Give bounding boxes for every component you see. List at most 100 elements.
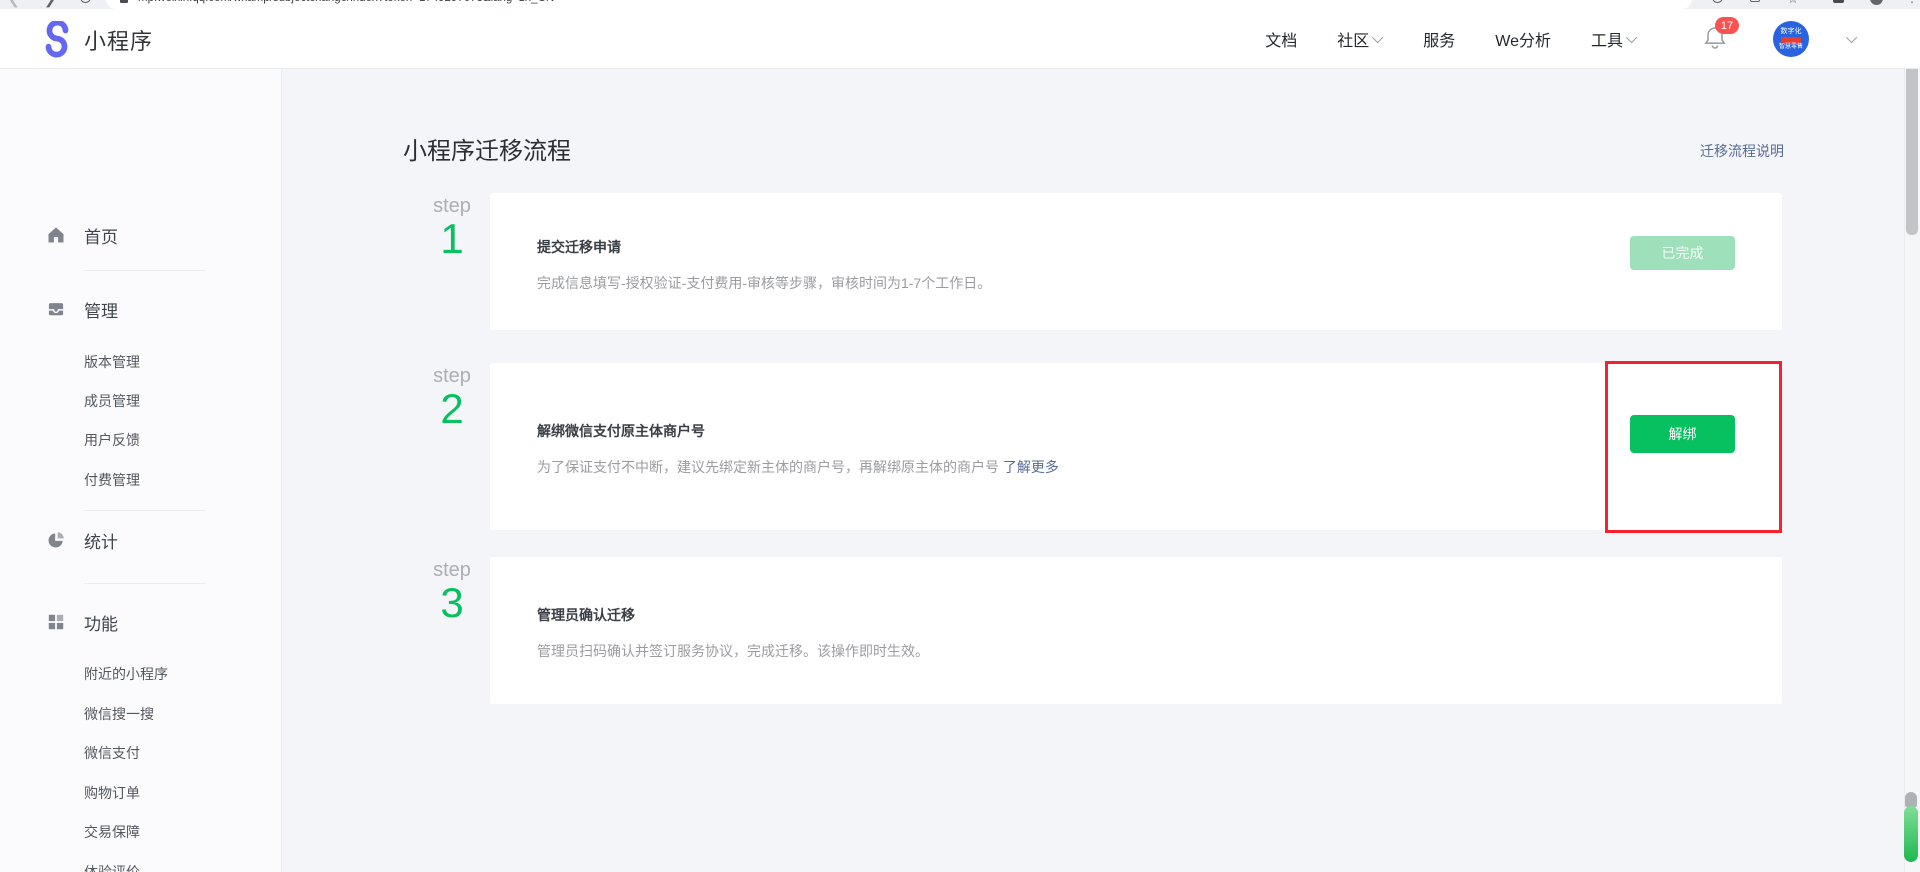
account-avatar[interactable]: 数字化 智慧零售	[1773, 21, 1809, 57]
step-word: step	[432, 365, 472, 387]
sidebar-item-features[interactable]: 功能	[0, 607, 282, 637]
url-text[interactable]: mp.weixin.qq.com/wxamp/subjectchange/ind…	[138, 0, 554, 4]
step-1-title: 提交迁移申请	[537, 237, 621, 257]
sidebar-item-label: 首页	[84, 223, 118, 248]
sidebar-item-shopping-orders[interactable]: 购物订单	[84, 781, 140, 805]
nav-docs-label: 文档	[1265, 27, 1297, 51]
sidebar-subitem-label: 用户反馈	[84, 430, 140, 450]
chevron-down-icon	[1372, 32, 1383, 43]
avatar-text-bottom: 智慧零售	[1779, 44, 1803, 51]
sidebar-divider	[84, 270, 205, 271]
sidebar-subitem-label: 付费管理	[84, 470, 140, 490]
sidebar-item-wechat-pay[interactable]: 微信支付	[84, 741, 140, 765]
floating-widget-green[interactable]	[1904, 806, 1918, 862]
sidebar-item-member-manage[interactable]: 成员管理	[84, 389, 140, 413]
sidebar-item-label: 统计	[84, 528, 118, 553]
pie-chart-icon	[45, 529, 67, 551]
nav-community[interactable]: 社区	[1337, 27, 1383, 51]
step-1-card: 提交迁移申请 完成信息填写-授权验证-支付费用-审核等步骤，审核时间为1-7个工…	[490, 193, 1782, 330]
url-bar[interactable]: mp.weixin.qq.com/wxamp/subjectchange/ind…	[106, 0, 1692, 9]
step-3-desc: 管理员扫码确认并签订服务协议，完成迁移。该操作即时生效。	[537, 641, 929, 661]
highlight-rectangle	[1605, 361, 1782, 533]
step-word: step	[432, 195, 472, 217]
sidebar-item-stats[interactable]: 统计	[0, 525, 282, 555]
chevron-down-icon	[1626, 32, 1637, 43]
nav-services-label: 服务	[1423, 27, 1455, 51]
nav-we-analytics[interactable]: We分析	[1495, 27, 1551, 51]
sidebar: 首页 管理 版本管理 成员管理 用户反馈 付费管理 统计	[0, 69, 282, 872]
sidebar-subitem-label: 附近的小程序	[84, 664, 168, 684]
browser-reload-icon[interactable]	[80, 0, 91, 3]
notification-bell[interactable]: 17	[1703, 24, 1733, 54]
sidebar-divider	[84, 510, 205, 511]
completed-button: 已完成	[1630, 236, 1735, 270]
migration-help-link[interactable]: 迁移流程说明	[1700, 141, 1784, 161]
step-2-card: 解绑微信支付原主体商户号 为了保证支付不中断，建议先绑定新主体的商户号，再解绑原…	[490, 363, 1782, 530]
browser-tabs-icon[interactable]	[1833, 0, 1844, 3]
sidebar-item-user-feedback[interactable]: 用户反馈	[84, 428, 140, 452]
home-icon	[45, 224, 67, 246]
step-2-desc-text: 为了保证支付不中断，建议先绑定新主体的商户号，再解绑原主体的商户号	[537, 459, 1003, 475]
browser-share-icon[interactable]	[1750, 0, 1760, 2]
step-1-indicator: step 1	[432, 195, 472, 261]
nav-community-label: 社区	[1337, 27, 1369, 51]
main-content: 小程序迁移流程 迁移流程说明 step 1 提交迁移申请 完成信息填写-授权验证…	[282, 69, 1904, 872]
browser-menu-icon[interactable]: ⋮	[1906, 0, 1918, 4]
browser-search-icon[interactable]	[1712, 0, 1723, 3]
logo-text: 小程序	[84, 24, 153, 56]
browser-back-icon[interactable]: ❮	[8, 0, 20, 8]
step-2-desc: 为了保证支付不中断，建议先绑定新主体的商户号，再解绑原主体的商户号 了解更多	[537, 457, 1059, 477]
nav-we-analytics-label: We分析	[1495, 27, 1551, 51]
step-2-indicator: step 2	[432, 365, 472, 431]
sidebar-subitem-label: 交易保障	[84, 822, 140, 842]
browser-chrome: ❮ ❯ mp.weixin.qq.com/wxamp/subjectchange…	[0, 0, 1920, 9]
step-1-desc: 完成信息填写-授权验证-支付费用-审核等步骤，审核时间为1-7个工作日。	[537, 273, 991, 293]
floating-widget-cap	[1905, 792, 1917, 807]
header-nav: 文档 社区 服务 We分析 工具 17	[1265, 9, 1857, 69]
sidebar-item-nearby-miniprograms[interactable]: 附近的小程序	[84, 662, 168, 686]
sidebar-item-home[interactable]: 首页	[0, 220, 282, 250]
inbox-icon	[45, 298, 67, 320]
step-2-title: 解绑微信支付原主体商户号	[537, 421, 705, 441]
miniprogram-logo-icon	[40, 21, 74, 59]
step-number: 3	[432, 581, 472, 625]
step-3-title: 管理员确认迁移	[537, 605, 635, 625]
logo[interactable]: 小程序	[40, 21, 153, 59]
notification-badge[interactable]: 17	[1715, 17, 1739, 34]
sidebar-subitem-label: 购物订单	[84, 783, 140, 803]
nav-tools[interactable]: 工具	[1591, 27, 1637, 51]
browser-profile-icon[interactable]	[1870, 0, 1883, 5]
avatar-text-top: 数字化	[1781, 28, 1802, 36]
sidebar-item-manage[interactable]: 管理	[0, 294, 282, 324]
sidebar-item-paid-manage[interactable]: 付费管理	[84, 468, 140, 492]
browser-bookmark-icon[interactable]: ☆	[1787, 0, 1799, 5]
step-word: step	[432, 559, 472, 581]
nav-tools-label: 工具	[1591, 27, 1623, 51]
step-3-indicator: step 3	[432, 559, 472, 625]
page-title: 小程序迁移流程	[403, 131, 571, 166]
sidebar-subitem-label: 微信搜一搜	[84, 704, 154, 724]
sidebar-item-label: 管理	[84, 297, 118, 322]
step-number: 2	[432, 387, 472, 431]
sidebar-subitem-label: 体验评价	[84, 862, 140, 872]
sidebar-item-wechat-search[interactable]: 微信搜一搜	[84, 702, 154, 726]
sidebar-item-transaction-guarantee[interactable]: 交易保障	[84, 820, 140, 844]
browser-forward-icon[interactable]: ❯	[44, 0, 56, 8]
learn-more-link[interactable]: 了解更多	[1003, 459, 1059, 475]
site-info-icon[interactable]	[120, 0, 128, 3]
avatar-red-strip	[1781, 37, 1801, 43]
account-chevron-down-icon[interactable]	[1846, 32, 1857, 43]
screen: ❮ ❯ mp.weixin.qq.com/wxamp/subjectchange…	[0, 0, 1920, 872]
sidebar-subitem-label: 微信支付	[84, 743, 140, 763]
sidebar-subitem-label: 成员管理	[84, 391, 140, 411]
step-number: 1	[432, 217, 472, 261]
sidebar-divider	[84, 583, 205, 584]
sidebar-item-experience-rating[interactable]: 体验评价	[84, 860, 140, 872]
app-header: 小程序 文档 社区 服务 We分析 工具	[0, 9, 1920, 69]
sidebar-item-version-manage[interactable]: 版本管理	[84, 350, 140, 374]
sidebar-item-label: 功能	[84, 610, 118, 635]
nav-services[interactable]: 服务	[1423, 27, 1455, 51]
grid-icon	[45, 611, 67, 633]
sidebar-subitem-label: 版本管理	[84, 352, 140, 372]
nav-docs[interactable]: 文档	[1265, 27, 1297, 51]
